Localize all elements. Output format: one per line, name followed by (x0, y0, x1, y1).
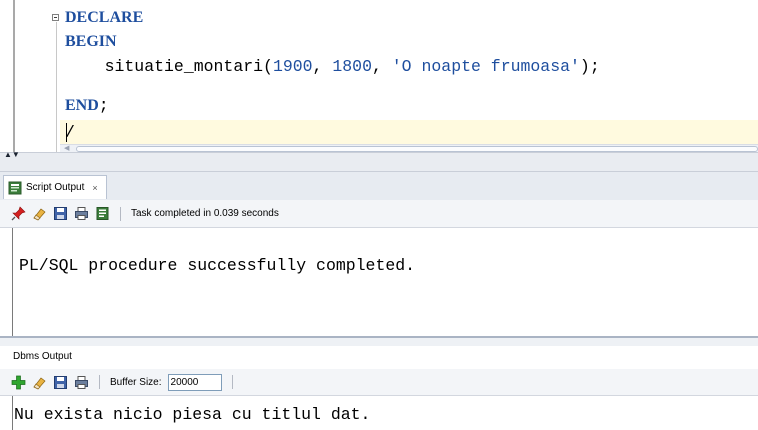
keyword-begin: BEGIN (65, 33, 117, 50)
dbms-output-toolbar: Buffer Size: (0, 369, 758, 396)
call-end: ); (579, 57, 600, 76)
current-line-highlight (60, 120, 758, 145)
argument-1: 1900 (272, 57, 313, 76)
separator-1: , (312, 57, 333, 76)
pin-icon[interactable] (11, 206, 26, 221)
keyword-declare: DECLARE (65, 9, 144, 26)
save-icon[interactable] (53, 375, 68, 390)
dbms-output-title: Dbms Output (13, 351, 72, 362)
task-status-text: Task completed in 0.039 seconds (131, 208, 279, 219)
editor-horizontal-scrollbar[interactable]: ◀ (60, 144, 758, 152)
argument-2: 1800 (332, 57, 372, 76)
editor-gutter-line (13, 0, 15, 152)
fold-collapse-icon[interactable] (52, 14, 59, 21)
eraser-icon[interactable] (32, 206, 47, 221)
separator-2: , (371, 57, 392, 76)
code-line-4[interactable]: END; (65, 94, 109, 118)
script-output-icon (8, 181, 22, 195)
code-line-3[interactable]: situatie_montari(1900, 1800, 'O noapte f… (65, 55, 600, 79)
print-icon[interactable] (74, 206, 89, 221)
fold-guide-line (56, 22, 57, 152)
tab-script-output[interactable]: Script Output × (3, 175, 107, 199)
procedure-call: situatie_montari( (65, 57, 273, 76)
code-line-2[interactable]: BEGIN (65, 30, 117, 54)
dbms-output-header: Dbms Output (0, 346, 758, 369)
save-icon[interactable] (53, 206, 68, 221)
code-line-1[interactable]: DECLARE (65, 6, 143, 30)
panel-splitter[interactable]: ▲▼ (0, 150, 758, 172)
toolbar-separator (120, 206, 121, 221)
scroll-left-icon[interactable]: ◀ (64, 145, 69, 152)
text-caret (66, 123, 67, 142)
print-icon[interactable] (74, 375, 89, 390)
add-icon[interactable] (11, 375, 26, 390)
dbms-output-content[interactable]: Nu exista nicio piesa cu titlul dat. (12, 396, 758, 430)
keyword-end: END (65, 97, 99, 114)
buffer-size-input[interactable] (167, 373, 222, 391)
toolbar-separator (231, 375, 233, 389)
close-icon[interactable]: × (92, 183, 97, 193)
dbms-output-message: Nu exista nicio piesa cu titlul dat. (14, 405, 371, 424)
export-icon[interactable] (95, 206, 110, 221)
toolbar-separator (99, 375, 100, 389)
argument-3: 'O noapte frumoasa' (391, 57, 580, 76)
eraser-icon[interactable] (32, 375, 47, 390)
code-editor[interactable]: DECLARE BEGIN situatie_montari(1900, 180… (0, 0, 758, 152)
tab-label: Script Output (26, 182, 85, 193)
splitter-arrows-icon[interactable]: ▲▼ (4, 150, 20, 159)
script-output-message: PL/SQL procedure successfully completed. (19, 256, 416, 275)
buffer-size-label: Buffer Size: (110, 376, 162, 388)
output-tab-bar: Script Output × (0, 172, 758, 201)
statement-end: ; (98, 96, 109, 115)
script-output-toolbar: Task completed in 0.039 seconds (0, 200, 758, 228)
panel-divider[interactable] (0, 336, 758, 346)
script-output-content[interactable]: PL/SQL procedure successfully completed. (12, 228, 758, 336)
